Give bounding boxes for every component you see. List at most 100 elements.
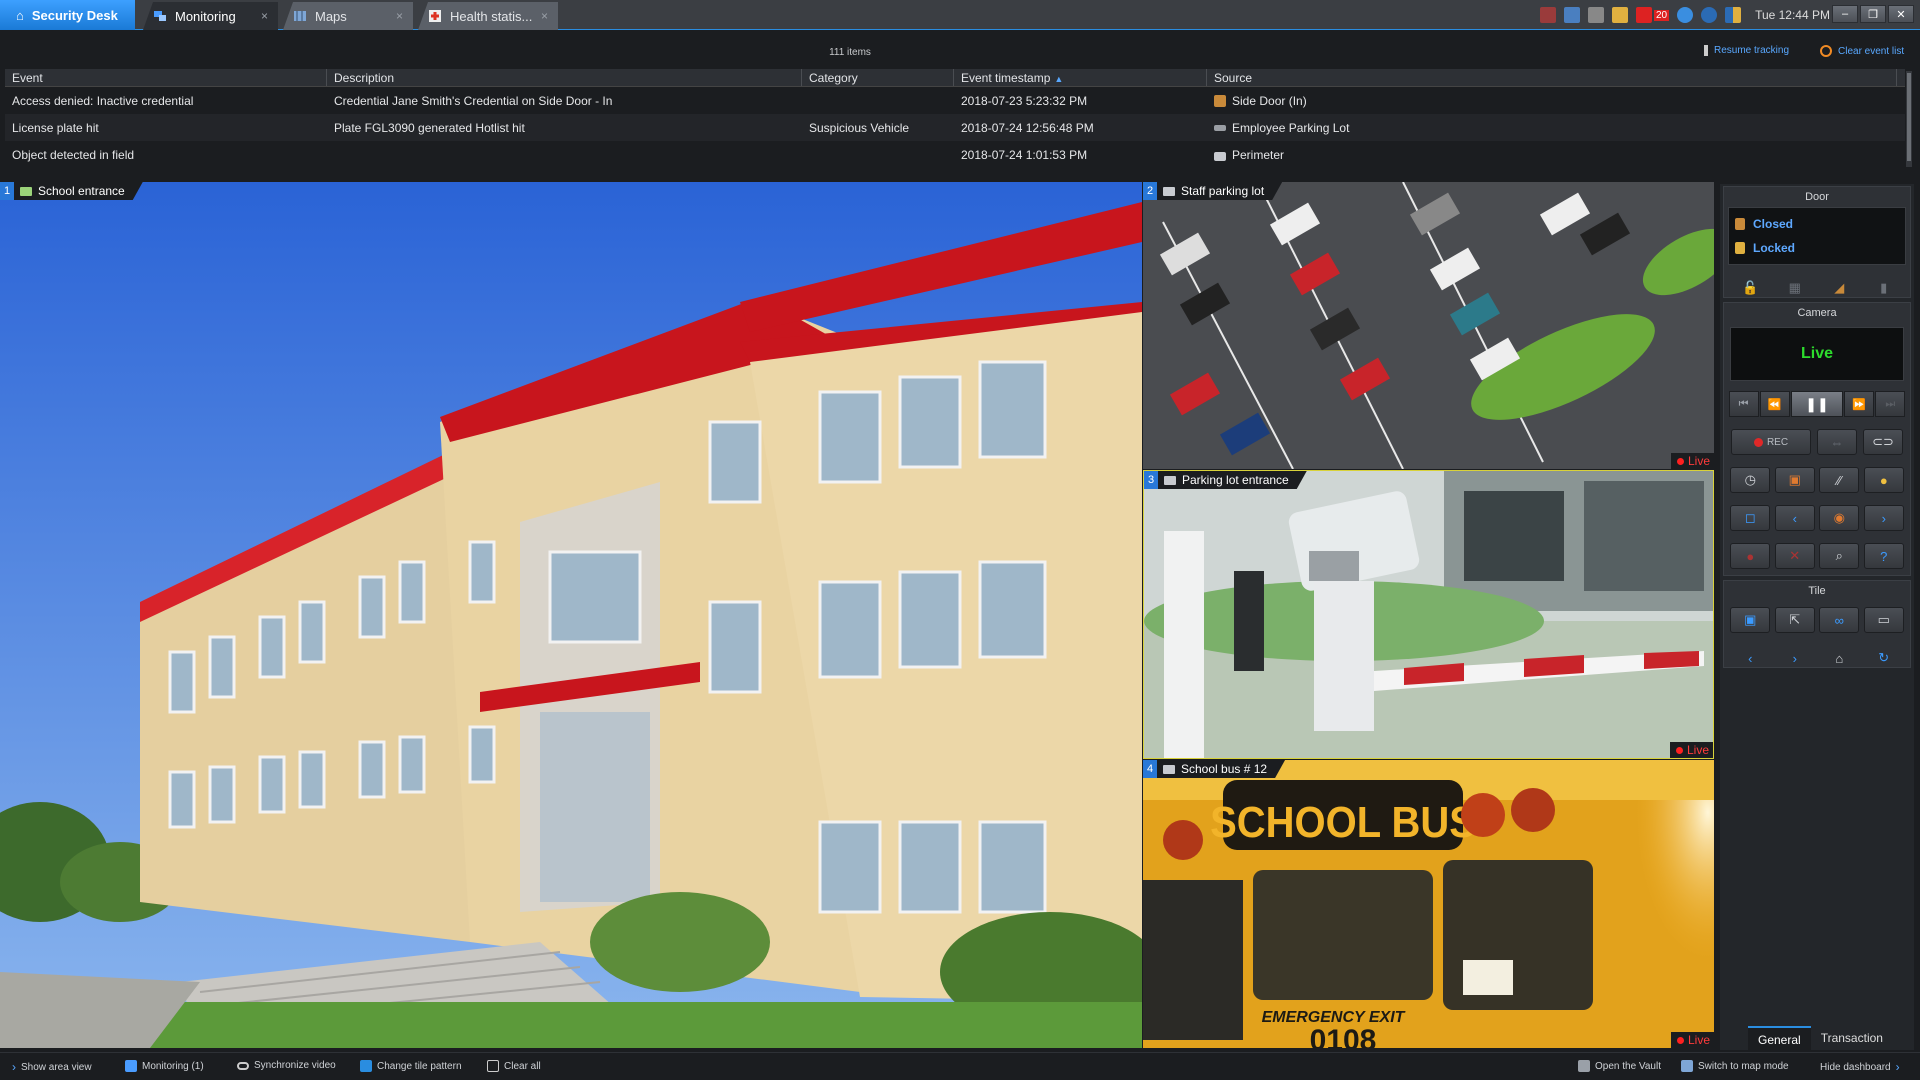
- link-icon[interactable]: ⊂⊃: [1863, 429, 1903, 455]
- unlock-icon[interactable]: 🔓: [1735, 275, 1765, 301]
- vehicle-icon[interactable]: [1539, 7, 1556, 23]
- tile-name: School entrance: [14, 182, 143, 200]
- next-icon[interactable]: ›: [1863, 505, 1904, 531]
- scrollbar-thumb[interactable]: [1907, 73, 1911, 161]
- door-calendar-icon[interactable]: ▦: [1780, 275, 1810, 301]
- tile-home-icon[interactable]: ⌂: [1819, 645, 1859, 671]
- column-header-description[interactable]: Description: [327, 69, 802, 86]
- maximize-tile-icon[interactable]: ▣: [1730, 607, 1771, 633]
- camera-icon: [1164, 476, 1176, 485]
- column-header-timestamp[interactable]: Event timestamp ▲: [954, 69, 1207, 86]
- column-header-category[interactable]: Category: [802, 69, 954, 86]
- chevron-right-icon: ›: [12, 1060, 16, 1074]
- dashboard-tabs: General Transaction: [1720, 1026, 1914, 1050]
- tab-health-statistics[interactable]: Health statis... ×: [418, 2, 558, 30]
- school-bus-video: SCHOOL BUS EMERGENCY EXIT 0108: [1143, 760, 1714, 1048]
- restore-button[interactable]: ❐: [1860, 5, 1886, 23]
- close-tab-icon[interactable]: ×: [541, 9, 548, 23]
- table-row[interactable]: Object detected in field 2018-07-24 1:01…: [5, 141, 1905, 168]
- column-header-source[interactable]: Source: [1207, 69, 1897, 86]
- synchronize-video-button[interactable]: Synchronize video: [237, 1060, 336, 1071]
- digital-zoom-icon[interactable]: ⁄⁄: [1819, 467, 1860, 493]
- fast-forward-icon[interactable]: ⏩: [1844, 391, 1875, 417]
- help-icon[interactable]: ?: [1863, 543, 1904, 569]
- source-label: Side Door (In): [1232, 93, 1307, 108]
- event-list-scrollbar[interactable]: [1906, 71, 1912, 167]
- show-area-view-button[interactable]: › Show area view: [12, 1060, 92, 1074]
- close-tab-icon[interactable]: ×: [261, 9, 268, 23]
- timestamp-cell: 2018-07-24 12:56:48 PM: [961, 120, 1094, 135]
- tile-number: 4: [1143, 760, 1157, 778]
- record-button[interactable]: REC: [1731, 429, 1811, 455]
- camera-widget-title: Camera: [1797, 307, 1837, 319]
- column-header-event[interactable]: Event: [5, 69, 327, 86]
- snapshot-icon[interactable]: ▣: [1774, 467, 1815, 493]
- network-icon[interactable]: [1677, 7, 1694, 23]
- pause-button[interactable]: ❚❚: [1790, 391, 1843, 417]
- globe-icon[interactable]: [1701, 7, 1718, 23]
- event-table-header: Event Description Category Event timesta…: [5, 69, 1905, 87]
- signal-warning-icon[interactable]: [1725, 7, 1742, 23]
- tab-general[interactable]: General: [1748, 1026, 1811, 1050]
- door-actions: 🔓 ▦ ◢ ▮: [1724, 265, 1910, 307]
- switch-to-map-mode-label: Switch to map mode: [1698, 1060, 1789, 1072]
- timestamp-header-label: Event timestamp: [961, 71, 1051, 85]
- switch-to-map-mode-button[interactable]: Switch to map mode: [1681, 1060, 1789, 1072]
- skip-forward-icon[interactable]: ⏭: [1875, 391, 1906, 417]
- hide-dashboard-button[interactable]: Hide dashboard ›: [1820, 1060, 1900, 1074]
- description-cell: Credential Jane Smith's Credential on Si…: [334, 93, 613, 108]
- ptz-icon[interactable]: ⇔: [1817, 429, 1857, 455]
- camera-actions-row-3: ◻ ‹ ◉ ›: [1724, 499, 1910, 537]
- resume-tracking-button[interactable]: Resume tracking: [1704, 45, 1789, 56]
- tab-maps[interactable]: Maps ×: [283, 2, 413, 30]
- bookmark-icon[interactable]: ●: [1863, 467, 1904, 493]
- tab-transaction[interactable]: Transaction: [1811, 1026, 1893, 1050]
- fullscreen-icon[interactable]: ◻: [1730, 505, 1771, 531]
- tab-monitoring[interactable]: Monitoring ×: [143, 2, 278, 30]
- delete-icon[interactable]: ▮: [1869, 275, 1899, 301]
- table-row[interactable]: License plate hit Plate FGL3090 generate…: [5, 114, 1905, 141]
- speaker-icon[interactable]: [1611, 7, 1628, 23]
- open-vault-button[interactable]: Open the Vault: [1578, 1060, 1661, 1072]
- close-tab-icon[interactable]: ×: [396, 9, 403, 23]
- video-tile-3[interactable]: 3 Parking lot entrance Live: [1143, 470, 1714, 759]
- microphone-icon[interactable]: ●: [1730, 543, 1771, 569]
- video-tile-4[interactable]: SCHOOL BUS EMERGENCY EXIT 0108 4 School …: [1143, 760, 1714, 1048]
- tile-actions-row-2: ‹ › ⌂ ↻: [1724, 639, 1910, 677]
- door-closed-state: Closed: [1735, 212, 1899, 236]
- change-tile-pattern-button[interactable]: Change tile pattern: [360, 1060, 462, 1072]
- speaker-mute-icon[interactable]: ✕: [1774, 543, 1815, 569]
- alarm-count-badge: 20: [1653, 9, 1670, 21]
- previous-icon[interactable]: ‹: [1774, 505, 1815, 531]
- alarm-indicator[interactable]: 20: [1635, 7, 1670, 23]
- binoculars-icon[interactable]: ∞: [1819, 607, 1860, 633]
- close-window-button[interactable]: ✕: [1888, 5, 1914, 23]
- server-icon[interactable]: [1587, 7, 1604, 23]
- skip-back-icon[interactable]: ⏮: [1728, 391, 1759, 417]
- door-closed-label: Closed: [1753, 217, 1794, 231]
- tile-back-icon[interactable]: ‹: [1730, 645, 1770, 671]
- table-row[interactable]: Access denied: Inactive credential Crede…: [5, 87, 1905, 114]
- zoom-icon[interactable]: ⌕: [1819, 543, 1860, 569]
- vault-icon: [1578, 1060, 1590, 1072]
- video-tile-2[interactable]: 2 Staff parking lot Live: [1143, 182, 1714, 469]
- clear-all-icon: [487, 1060, 499, 1072]
- monitoring-task-button[interactable]: Monitoring (1): [125, 1060, 204, 1072]
- camera-sequence-icon[interactable]: ◉: [1819, 505, 1860, 531]
- camera-status-icon[interactable]: [1563, 7, 1580, 23]
- synchronize-video-label: Synchronize video: [254, 1060, 336, 1071]
- clear-tile-icon[interactable]: ▭: [1863, 607, 1904, 633]
- minimize-button[interactable]: –: [1832, 5, 1858, 23]
- video-tile-1[interactable]: 1 School entrance: [0, 182, 1142, 1048]
- clear-event-list-button[interactable]: Clear event list: [1820, 45, 1904, 57]
- camera-live-status: Live: [1730, 327, 1904, 381]
- clear-all-button[interactable]: Clear all: [487, 1060, 541, 1072]
- detach-tile-icon[interactable]: ⇱: [1774, 607, 1815, 633]
- map-icon: [1681, 1060, 1693, 1072]
- tile-forward-icon[interactable]: ›: [1775, 645, 1815, 671]
- security-desk-home-tab[interactable]: ⌂ Security Desk: [0, 0, 135, 30]
- rewind-icon[interactable]: ⏪: [1759, 391, 1790, 417]
- clock-icon[interactable]: ◷: [1730, 467, 1771, 493]
- eraser-icon[interactable]: ◢: [1824, 275, 1854, 301]
- refresh-icon[interactable]: ↻: [1864, 645, 1904, 671]
